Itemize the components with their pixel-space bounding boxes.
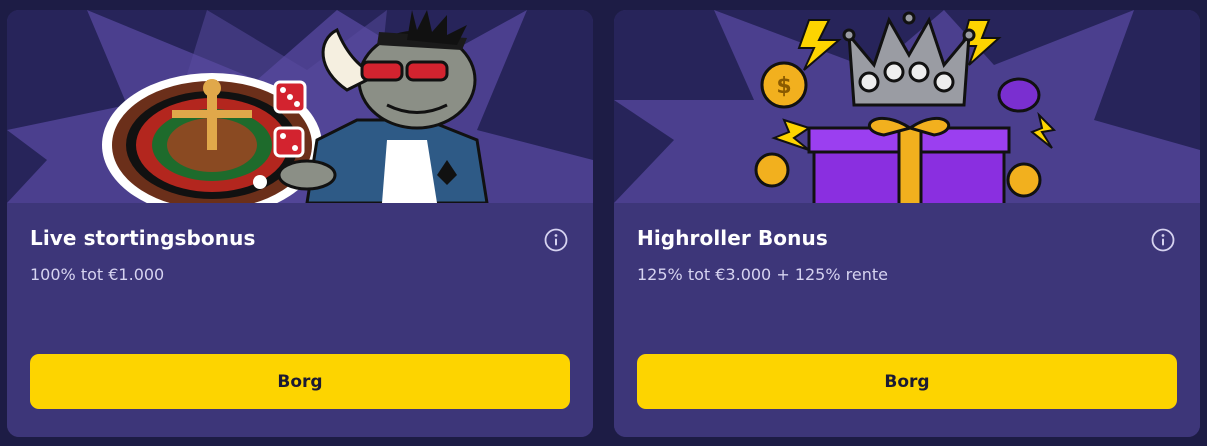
bonus-card-body: Live stortingsbonus 100% tot €1.000 Borg: [7, 203, 593, 437]
info-icon[interactable]: [1151, 228, 1175, 252]
svg-text:$: $: [776, 74, 791, 99]
bonus-cards: Live stortingsbonus 100% tot €1.000 Borg…: [0, 0, 1207, 446]
bonus-title: Highroller Bonus: [637, 226, 828, 250]
info-icon[interactable]: [544, 228, 568, 252]
rhino-roulette-illustration: [7, 10, 593, 203]
crown-gift-illustration: $: [614, 10, 1200, 203]
bonus-card-highroller: $ Highroller Bonus 125% tot €3.000 + 125…: [614, 10, 1200, 437]
bonus-subtitle: 100% tot €1.000: [30, 265, 165, 284]
bonus-card-live: Live stortingsbonus 100% tot €1.000 Borg: [7, 10, 593, 437]
bonus-card-body: Highroller Bonus 125% tot €3.000 + 125% …: [614, 203, 1200, 437]
claim-button[interactable]: Borg: [637, 354, 1177, 409]
claim-button[interactable]: Borg: [30, 354, 570, 409]
bonus-title: Live stortingsbonus: [30, 226, 256, 250]
bonus-subtitle: 125% tot €3.000 + 125% rente: [637, 265, 888, 284]
